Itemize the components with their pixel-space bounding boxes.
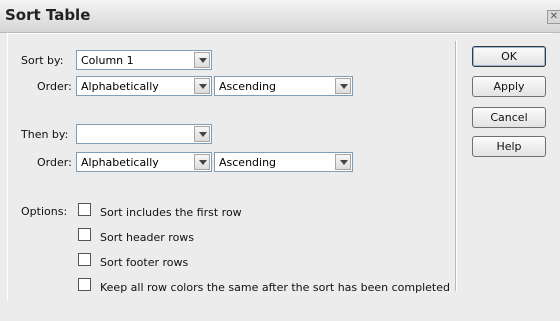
sort-footer-rows-label: Sort footer rows	[100, 256, 189, 269]
sort-footer-rows-checkbox[interactable]	[78, 253, 91, 266]
title-bar: Sort Table ✕	[0, 0, 560, 33]
include-first-row-checkbox[interactable]	[78, 203, 91, 216]
then-order-type-value: Alphabetically	[81, 156, 159, 169]
include-first-row-label: Sort includes the first row	[100, 206, 242, 219]
keep-row-colors-label: Keep all row colors the same after the s…	[100, 281, 450, 294]
chevron-down-icon[interactable]	[335, 78, 351, 94]
then-order-label: Order:	[37, 156, 72, 169]
sort-by-label: Sort by:	[21, 54, 64, 67]
chevron-down-icon[interactable]	[335, 154, 351, 170]
cancel-button[interactable]: Cancel	[472, 107, 546, 128]
sort-by-select[interactable]: Column 1	[76, 50, 212, 70]
options-label: Options:	[21, 205, 68, 218]
chevron-down-icon[interactable]	[194, 78, 210, 94]
then-order-direction-select[interactable]: Ascending	[214, 152, 353, 172]
apply-button[interactable]: Apply	[472, 76, 546, 97]
sort-order-direction-value: Ascending	[219, 80, 277, 93]
ok-button[interactable]: OK	[472, 46, 546, 67]
order-label: Order:	[37, 80, 72, 93]
chevron-down-icon[interactable]	[194, 126, 210, 142]
dialog-footer	[0, 301, 560, 321]
sort-header-rows-checkbox[interactable]	[78, 228, 91, 241]
close-icon: ✕	[549, 11, 559, 22]
then-by-select[interactable]	[76, 124, 212, 144]
close-button[interactable]: ✕	[547, 10, 560, 24]
then-by-label: Then by:	[21, 128, 69, 141]
vertical-divider	[455, 41, 457, 291]
help-button[interactable]: Help	[472, 136, 546, 157]
then-order-direction-value: Ascending	[219, 156, 277, 169]
chevron-down-icon[interactable]	[194, 154, 210, 170]
sort-table-dialog: Sort Table ✕ Sort by: Column 1 Order: Al…	[0, 0, 560, 321]
chevron-down-icon[interactable]	[194, 52, 210, 68]
keep-row-colors-checkbox[interactable]	[78, 278, 91, 291]
sort-order-direction-select[interactable]: Ascending	[214, 76, 353, 96]
then-order-type-select[interactable]: Alphabetically	[76, 152, 212, 172]
sort-order-type-value: Alphabetically	[81, 80, 159, 93]
sort-header-rows-label: Sort header rows	[100, 231, 195, 244]
dialog-title: Sort Table	[5, 6, 91, 24]
sort-order-type-select[interactable]: Alphabetically	[76, 76, 212, 96]
dialog-body: Sort by: Column 1 Order: Alphabetically …	[7, 33, 552, 301]
sort-by-value: Column 1	[81, 54, 134, 67]
